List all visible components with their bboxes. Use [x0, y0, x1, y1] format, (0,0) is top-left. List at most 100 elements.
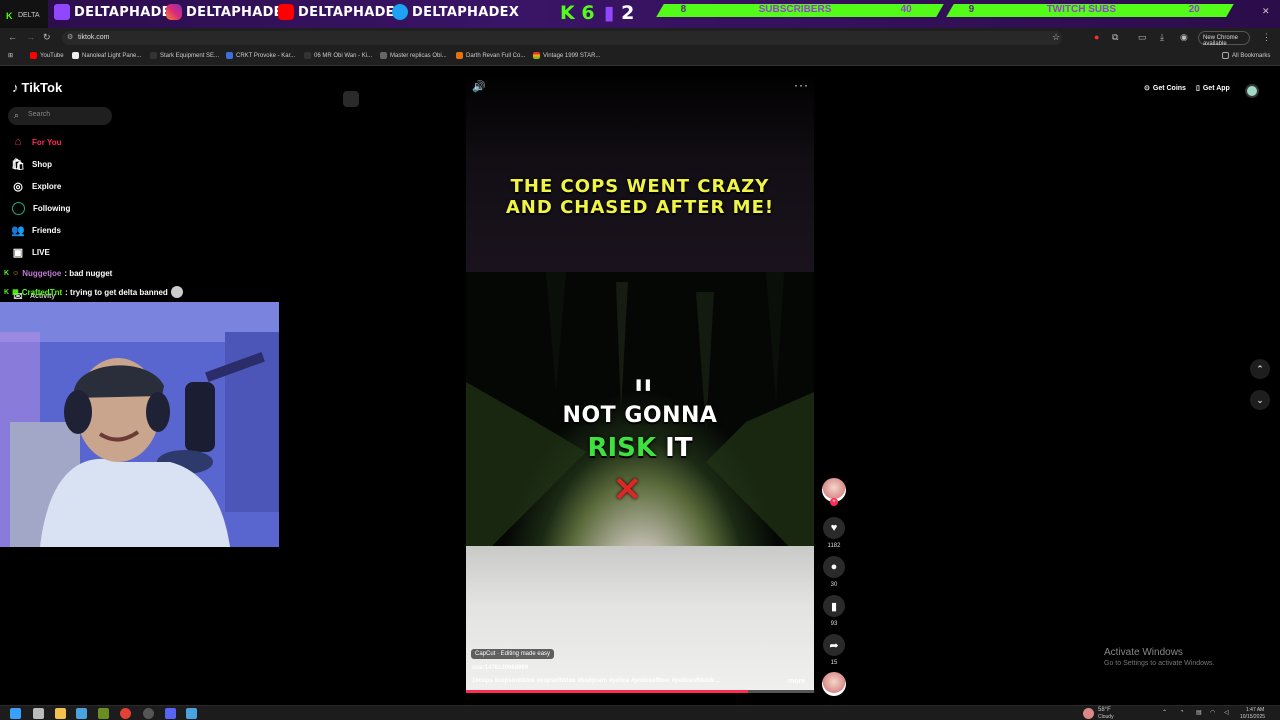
get-app-button[interactable]: ▯ Get App: [1196, 84, 1230, 93]
nav-for-you[interactable]: ⌂ For You: [12, 136, 62, 148]
bookmark-item[interactable]: Nanoleaf Light Pane...: [72, 52, 141, 59]
address-bar[interactable]: ⚙ tiktok.com ☆: [62, 31, 1062, 45]
download-icon[interactable]: ⤓: [1160, 32, 1164, 43]
comment-button[interactable]: ● 30: [822, 556, 846, 588]
twitter-icon: [392, 4, 408, 20]
extensions-icon[interactable]: ⧉: [1112, 32, 1118, 43]
bookmarks-bar: ⊞ YouTube Nanoleaf Light Pane... Stark E…: [0, 48, 1280, 66]
creator-avatar[interactable]: +: [822, 478, 846, 506]
nav-following[interactable]: Following: [12, 202, 70, 215]
video-hashtags[interactable]: 1#cops #copsontiktok #copsoftiktok #body…: [472, 678, 721, 684]
nav-live[interactable]: ▣ LIVE: [12, 246, 50, 259]
video-username[interactable]: user1476130668669: [472, 665, 528, 671]
badge-icon: ☺: [12, 270, 20, 277]
obs-icon[interactable]: [143, 708, 154, 719]
nav-shop[interactable]: 🛍 Shop: [11, 158, 52, 171]
close-window-icon[interactable]: ✕: [1262, 6, 1270, 17]
browser-tab[interactable]: K DELTA: [0, 0, 48, 28]
tiktok-note-icon: ♪: [12, 80, 19, 95]
share-button[interactable]: ➦ 15: [822, 634, 846, 666]
follow-plus-icon[interactable]: +: [830, 498, 838, 506]
activate-windows-watermark: Activate Windows Go to Settings to activ…: [1104, 647, 1215, 667]
chrome-menu-icon[interactable]: ⋮: [1262, 32, 1271, 43]
volume-tray-icon[interactable]: ◁: [1224, 709, 1229, 716]
emote-icon: [170, 286, 183, 298]
previous-video-button[interactable]: ⌃: [1250, 359, 1270, 379]
task-view-icon[interactable]: [33, 708, 44, 719]
volume-icon[interactable]: 🔊: [472, 80, 486, 93]
tray-chevron-icon[interactable]: ⌃: [1162, 709, 1167, 716]
sticker-icon: [343, 91, 359, 107]
tray-icon[interactable]: ▤: [1196, 709, 1202, 716]
chrome-icon[interactable]: [120, 708, 131, 719]
network-icon[interactable]: ◔: [1180, 709, 1184, 715]
reload-icon[interactable]: ↻: [43, 32, 51, 43]
twitter-handle: DELTAPHADEX: [392, 3, 519, 21]
bookmark-item[interactable]: Darth Revan Full Co...: [456, 52, 525, 59]
all-bookmarks[interactable]: All Bookmarks: [1222, 52, 1270, 59]
bookmark-item[interactable]: YouTube: [30, 52, 64, 59]
forward-icon[interactable]: →: [26, 32, 35, 42]
discord-icon[interactable]: [165, 708, 176, 719]
new-chrome-button[interactable]: New Chrome available: [1198, 31, 1250, 47]
video-progress-fill: [466, 690, 748, 693]
more-link[interactable]: more: [788, 678, 805, 685]
bookmark-star-icon[interactable]: ☆: [1052, 32, 1060, 43]
browser-toolbar: ← → ↻ ⚙ tiktok.com ☆ ● ⧉ ▭ ⤓ ◉ New Chrom…: [0, 28, 1280, 48]
crkt-favicon: [226, 52, 233, 59]
home-icon: ⌂: [14, 136, 22, 148]
stark-favicon: [150, 52, 157, 59]
extension-record-icon[interactable]: ●: [1094, 32, 1099, 42]
bookmark-item[interactable]: Master replicas Obi...: [380, 52, 447, 59]
profile-avatar[interactable]: ◉: [1180, 32, 1188, 43]
more-options-icon[interactable]: ···: [794, 78, 809, 92]
x-mark-icon: ✕: [613, 471, 642, 509]
weather-icon: [1083, 708, 1094, 719]
video-progress-bar[interactable]: [466, 690, 814, 693]
folder-icon: [1222, 52, 1229, 59]
nanoleaf-favicon: [72, 52, 79, 59]
capcut-label[interactable]: CapCut · Editing made easy: [471, 649, 555, 659]
bookmark-item[interactable]: Stark Equipment SE...: [150, 52, 219, 59]
search-input[interactable]: ⌕ Search: [8, 107, 112, 125]
file-explorer-icon[interactable]: [55, 708, 66, 719]
master-replicas-favicon: [380, 52, 387, 59]
chat-message: K ☺ Nuggetjoe : bad nugget: [4, 269, 113, 278]
save-button[interactable]: ▮ 93: [822, 595, 846, 627]
windows-start-icon[interactable]: [10, 708, 21, 719]
phone-icon: ▯: [1196, 85, 1200, 92]
bookmark-item[interactable]: Vintage 1999 STAR...: [533, 52, 600, 59]
video-player[interactable]: 🔊 ··· THE COPS WENT CRAZY AND CHASED AFT…: [466, 72, 814, 693]
youtube-favicon: [30, 52, 37, 59]
wifi-icon[interactable]: ◠: [1210, 709, 1215, 716]
coin-icon: ⊙: [1144, 85, 1150, 92]
tiktok-logo[interactable]: ♪ TikTok: [12, 80, 62, 95]
nav-friends[interactable]: 👥 Friends: [11, 224, 61, 237]
instagram-icon: [166, 4, 182, 20]
youtube-icon: [278, 4, 294, 20]
app-icon[interactable]: [76, 708, 87, 719]
minecraft-icon[interactable]: [98, 708, 109, 719]
obiwan-favicon: [304, 52, 311, 59]
app-icon[interactable]: [186, 708, 197, 719]
pause-icon[interactable]: ❚❚: [634, 378, 652, 391]
site-info-icon[interactable]: ⚙: [67, 33, 73, 41]
bookmark-item[interactable]: 06 MR Obi Wan - Ki...: [304, 52, 372, 59]
nav-explore[interactable]: ◎ Explore: [12, 180, 61, 193]
profile-avatar[interactable]: [1245, 84, 1259, 98]
next-video-button[interactable]: ⌄: [1250, 390, 1270, 410]
comment-icon: ●: [823, 556, 845, 578]
bookmark-item[interactable]: CRKT Provoke - Kar...: [226, 52, 295, 59]
share-icon: ➦: [823, 634, 845, 656]
subscribers-goal-bar: 8 SUBSCRIBERS 40: [656, 4, 944, 17]
video-caption-top: THE COPS WENT CRAZY AND CHASED AFTER ME!: [505, 176, 775, 218]
get-coins-button[interactable]: ⊙ Get Coins: [1144, 84, 1186, 93]
apps-icon[interactable]: ⊞: [8, 52, 13, 59]
sidepanel-icon[interactable]: ▭: [1138, 32, 1147, 43]
kick-badge-icon: K: [4, 270, 10, 277]
sound-avatar[interactable]: [822, 672, 846, 696]
ebay-favicon: [533, 52, 540, 59]
like-button[interactable]: ♥ 1182: [822, 517, 846, 549]
explore-icon: ◎: [13, 180, 23, 193]
back-icon[interactable]: ←: [8, 32, 17, 42]
